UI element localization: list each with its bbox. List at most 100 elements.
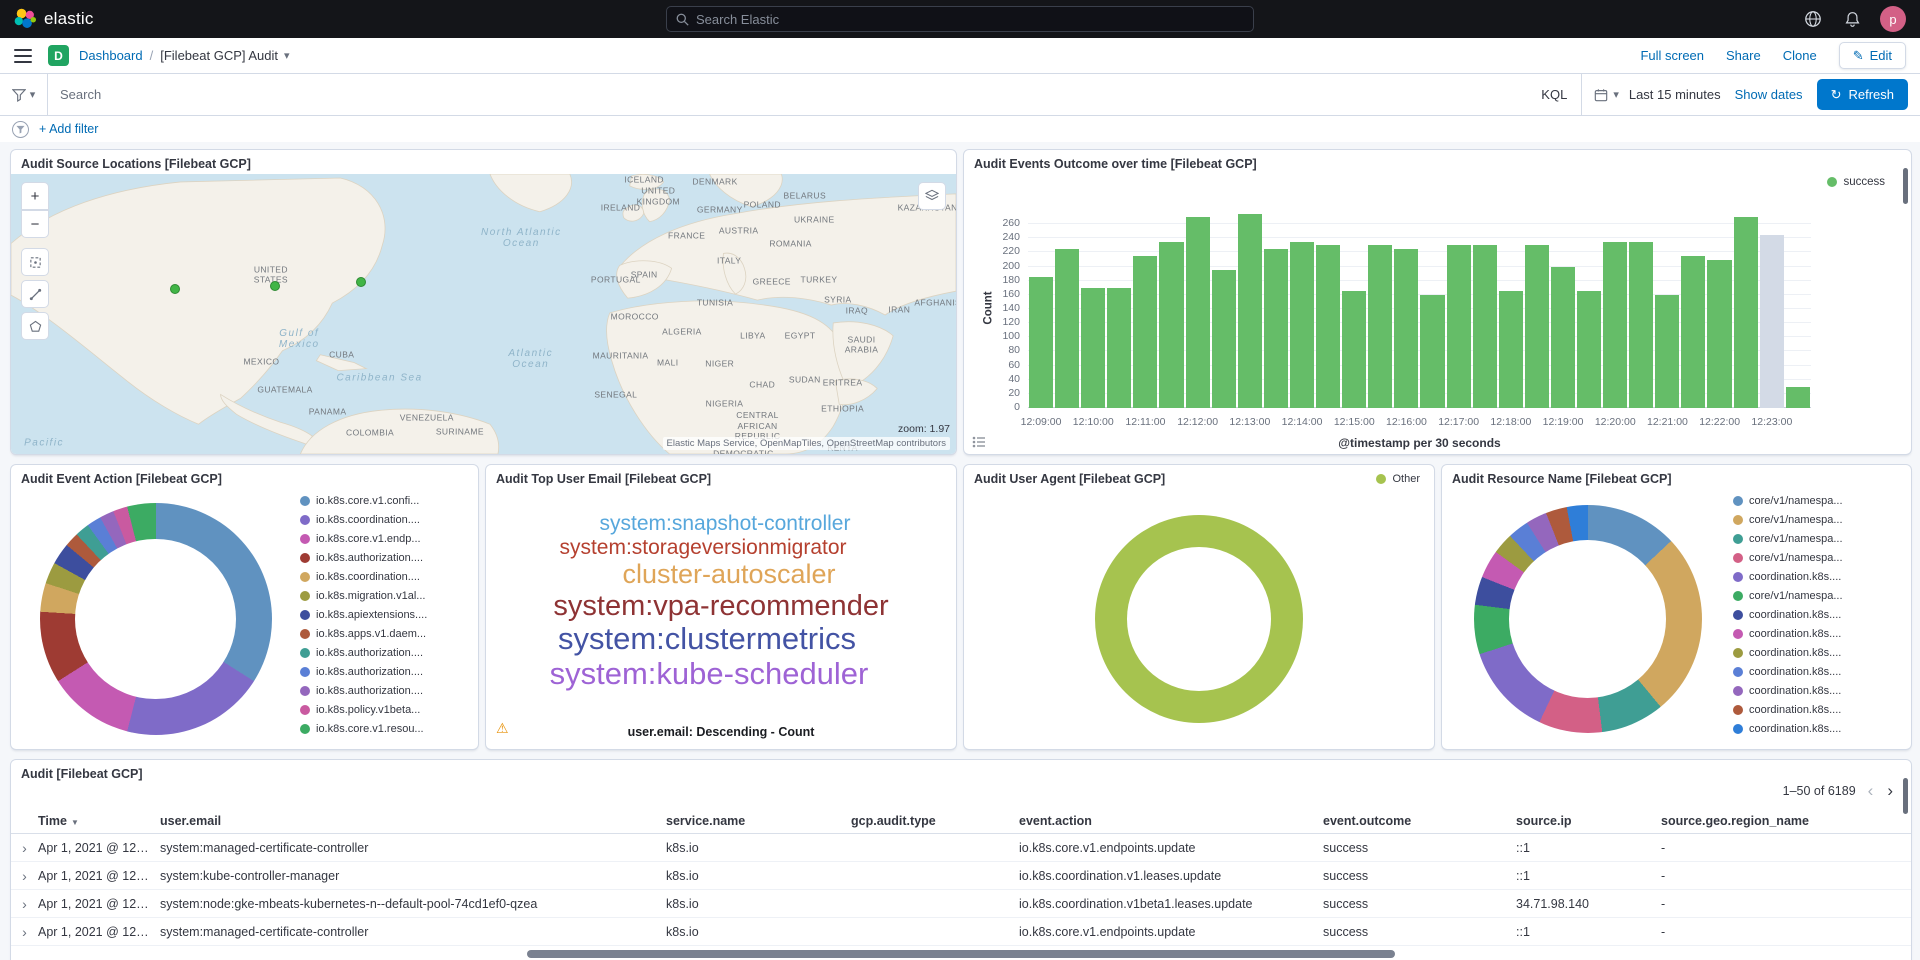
legend-item-success[interactable]: success bbox=[1827, 176, 1885, 188]
kql-language-button[interactable]: KQL bbox=[1527, 87, 1581, 102]
notifications-bell-icon[interactable] bbox=[1841, 8, 1863, 30]
full-screen-button[interactable]: Full screen bbox=[1640, 48, 1704, 63]
help-globe-icon[interactable] bbox=[1802, 8, 1824, 30]
legend-item[interactable]: io.k8s.authorization.... bbox=[300, 681, 470, 700]
histogram-bar[interactable] bbox=[1238, 214, 1262, 408]
tag-cloud-word[interactable]: system:storageversionmigrator bbox=[559, 536, 846, 560]
histogram-bar[interactable] bbox=[1681, 256, 1705, 408]
histogram-bar[interactable] bbox=[1159, 242, 1183, 408]
clone-button[interactable]: Clone bbox=[1783, 48, 1817, 63]
user-agent-donut-chart[interactable] bbox=[1095, 515, 1303, 723]
histogram-bar[interactable] bbox=[1499, 291, 1523, 408]
refresh-button[interactable]: ↻ Refresh bbox=[1817, 79, 1908, 110]
edit-button[interactable]: ✎ Edit bbox=[1839, 42, 1906, 69]
tag-cloud-word[interactable]: system:kube-scheduler bbox=[550, 657, 869, 692]
column-header[interactable]: gcp.audit.type bbox=[851, 814, 1019, 828]
histogram-bar[interactable] bbox=[1734, 217, 1758, 408]
legend-item[interactable]: io.k8s.authorization.... bbox=[300, 548, 470, 567]
saved-query-menu-button[interactable]: ▾ bbox=[0, 74, 48, 115]
legend-item[interactable]: core/v1/namespa... bbox=[1733, 548, 1903, 567]
histogram-bar[interactable] bbox=[1368, 245, 1392, 408]
histogram-bar[interactable] bbox=[1316, 245, 1340, 408]
legend-item[interactable]: core/v1/namespa... bbox=[1733, 491, 1903, 510]
histogram-bar[interactable] bbox=[1133, 256, 1157, 408]
map-data-marker[interactable] bbox=[356, 277, 366, 287]
legend-item[interactable]: io.k8s.authorization.... bbox=[300, 643, 470, 662]
legend-item[interactable]: io.k8s.policy.v1beta... bbox=[300, 700, 470, 719]
event-action-donut-chart[interactable] bbox=[40, 503, 272, 735]
histogram-bar[interactable] bbox=[1186, 217, 1210, 408]
menu-hamburger-icon[interactable] bbox=[14, 49, 32, 63]
column-header[interactable]: Time▼ bbox=[38, 814, 160, 828]
row-expand-chevron-icon[interactable]: › bbox=[11, 924, 38, 940]
map-set-view-button[interactable] bbox=[21, 248, 49, 276]
map-data-marker[interactable] bbox=[270, 281, 280, 291]
legend-item[interactable]: io.k8s.coordination.... bbox=[300, 567, 470, 586]
global-search[interactable] bbox=[666, 6, 1254, 32]
histogram-bar[interactable] bbox=[1786, 387, 1810, 408]
legend-item[interactable]: coordination.k8s.... bbox=[1733, 567, 1903, 586]
row-expand-chevron-icon[interactable]: › bbox=[11, 868, 38, 884]
filter-options-button[interactable] bbox=[12, 121, 29, 138]
map-draw-shape-button[interactable] bbox=[21, 312, 49, 340]
map-layers-button[interactable] bbox=[918, 182, 946, 210]
pagination-prev-button[interactable]: ‹ bbox=[1866, 782, 1876, 799]
horizontal-scrollbar-thumb[interactable] bbox=[527, 950, 1395, 958]
legend-item[interactable]: io.k8s.migration.v1al... bbox=[300, 586, 470, 605]
map-measure-button[interactable] bbox=[21, 280, 49, 308]
column-header[interactable]: event.outcome bbox=[1323, 814, 1516, 828]
map-zoom-out-button[interactable]: − bbox=[21, 210, 49, 238]
tag-cloud-word[interactable]: system:snapshot-controller bbox=[600, 512, 851, 536]
legend-item[interactable]: coordination.k8s.... bbox=[1733, 605, 1903, 624]
map-zoom-in-button[interactable]: + bbox=[21, 182, 49, 210]
row-expand-chevron-icon[interactable]: › bbox=[11, 896, 38, 912]
legend-item[interactable]: coordination.k8s.... bbox=[1733, 624, 1903, 643]
map-data-marker[interactable] bbox=[170, 284, 180, 294]
histogram-bar[interactable] bbox=[1342, 291, 1366, 408]
column-header[interactable]: source.ip bbox=[1516, 814, 1661, 828]
legend-item[interactable]: io.k8s.core.v1.resou... bbox=[300, 719, 470, 738]
panel-scrollbar-thumb[interactable] bbox=[1903, 168, 1908, 204]
chevron-down-icon[interactable]: ▾ bbox=[284, 49, 290, 62]
histogram-bar[interactable] bbox=[1290, 242, 1314, 408]
elastic-logo[interactable]: elastic bbox=[14, 8, 94, 30]
global-search-input[interactable] bbox=[696, 12, 1244, 27]
column-header[interactable]: service.name bbox=[666, 814, 851, 828]
column-header[interactable]: source.geo.region_name bbox=[1661, 814, 1911, 828]
map-canvas[interactable]: UNITED STATESMEXICOCUBAGUATEMALAPANAMACO… bbox=[11, 174, 956, 454]
histogram-bar[interactable] bbox=[1551, 267, 1575, 408]
histogram-bar[interactable] bbox=[1655, 295, 1679, 408]
histogram-bar[interactable] bbox=[1264, 249, 1288, 408]
tag-cloud-word[interactable]: cluster-autoscaler bbox=[622, 559, 835, 589]
histogram-bar[interactable] bbox=[1081, 288, 1105, 408]
histogram-bar[interactable] bbox=[1420, 295, 1444, 408]
legend-item[interactable]: io.k8s.apiextensions.... bbox=[300, 605, 470, 624]
histogram-bar[interactable] bbox=[1212, 270, 1236, 408]
histogram-bar[interactable] bbox=[1577, 291, 1601, 408]
add-filter-button[interactable]: + Add filter bbox=[39, 122, 98, 136]
row-expand-chevron-icon[interactable]: › bbox=[11, 840, 38, 856]
legend-item[interactable]: io.k8s.apps.v1.daem... bbox=[300, 624, 470, 643]
time-range-value[interactable]: Last 15 minutes bbox=[1629, 87, 1735, 102]
show-dates-button[interactable]: Show dates bbox=[1735, 87, 1817, 102]
histogram-bar[interactable] bbox=[1473, 245, 1497, 408]
legend-item[interactable]: core/v1/namespa... bbox=[1733, 586, 1903, 605]
histogram-bar[interactable] bbox=[1603, 242, 1627, 408]
histogram-bar[interactable] bbox=[1707, 260, 1731, 409]
histogram-bar[interactable] bbox=[1525, 245, 1549, 408]
legend-item[interactable]: core/v1/namespa... bbox=[1733, 510, 1903, 529]
legend-item[interactable]: io.k8s.core.v1.confi... bbox=[300, 491, 470, 510]
legend-item[interactable]: coordination.k8s.... bbox=[1733, 719, 1903, 738]
legend-item[interactable]: coordination.k8s.... bbox=[1733, 681, 1903, 700]
pagination-next-button[interactable]: › bbox=[1885, 782, 1895, 799]
column-header[interactable]: user.email bbox=[160, 814, 666, 828]
histogram-bar[interactable] bbox=[1760, 235, 1784, 408]
legend-item[interactable]: io.k8s.coordination.... bbox=[300, 510, 470, 529]
legend-item[interactable]: coordination.k8s.... bbox=[1733, 700, 1903, 719]
histogram-bar[interactable] bbox=[1055, 249, 1079, 408]
user-avatar[interactable]: p bbox=[1880, 6, 1906, 32]
legend-item[interactable]: coordination.k8s.... bbox=[1733, 662, 1903, 681]
histogram-bar[interactable] bbox=[1447, 245, 1471, 408]
map-credit[interactable]: Elastic Maps Service, OpenMapTiles, Open… bbox=[663, 437, 951, 450]
kql-search-input[interactable] bbox=[48, 74, 1527, 115]
